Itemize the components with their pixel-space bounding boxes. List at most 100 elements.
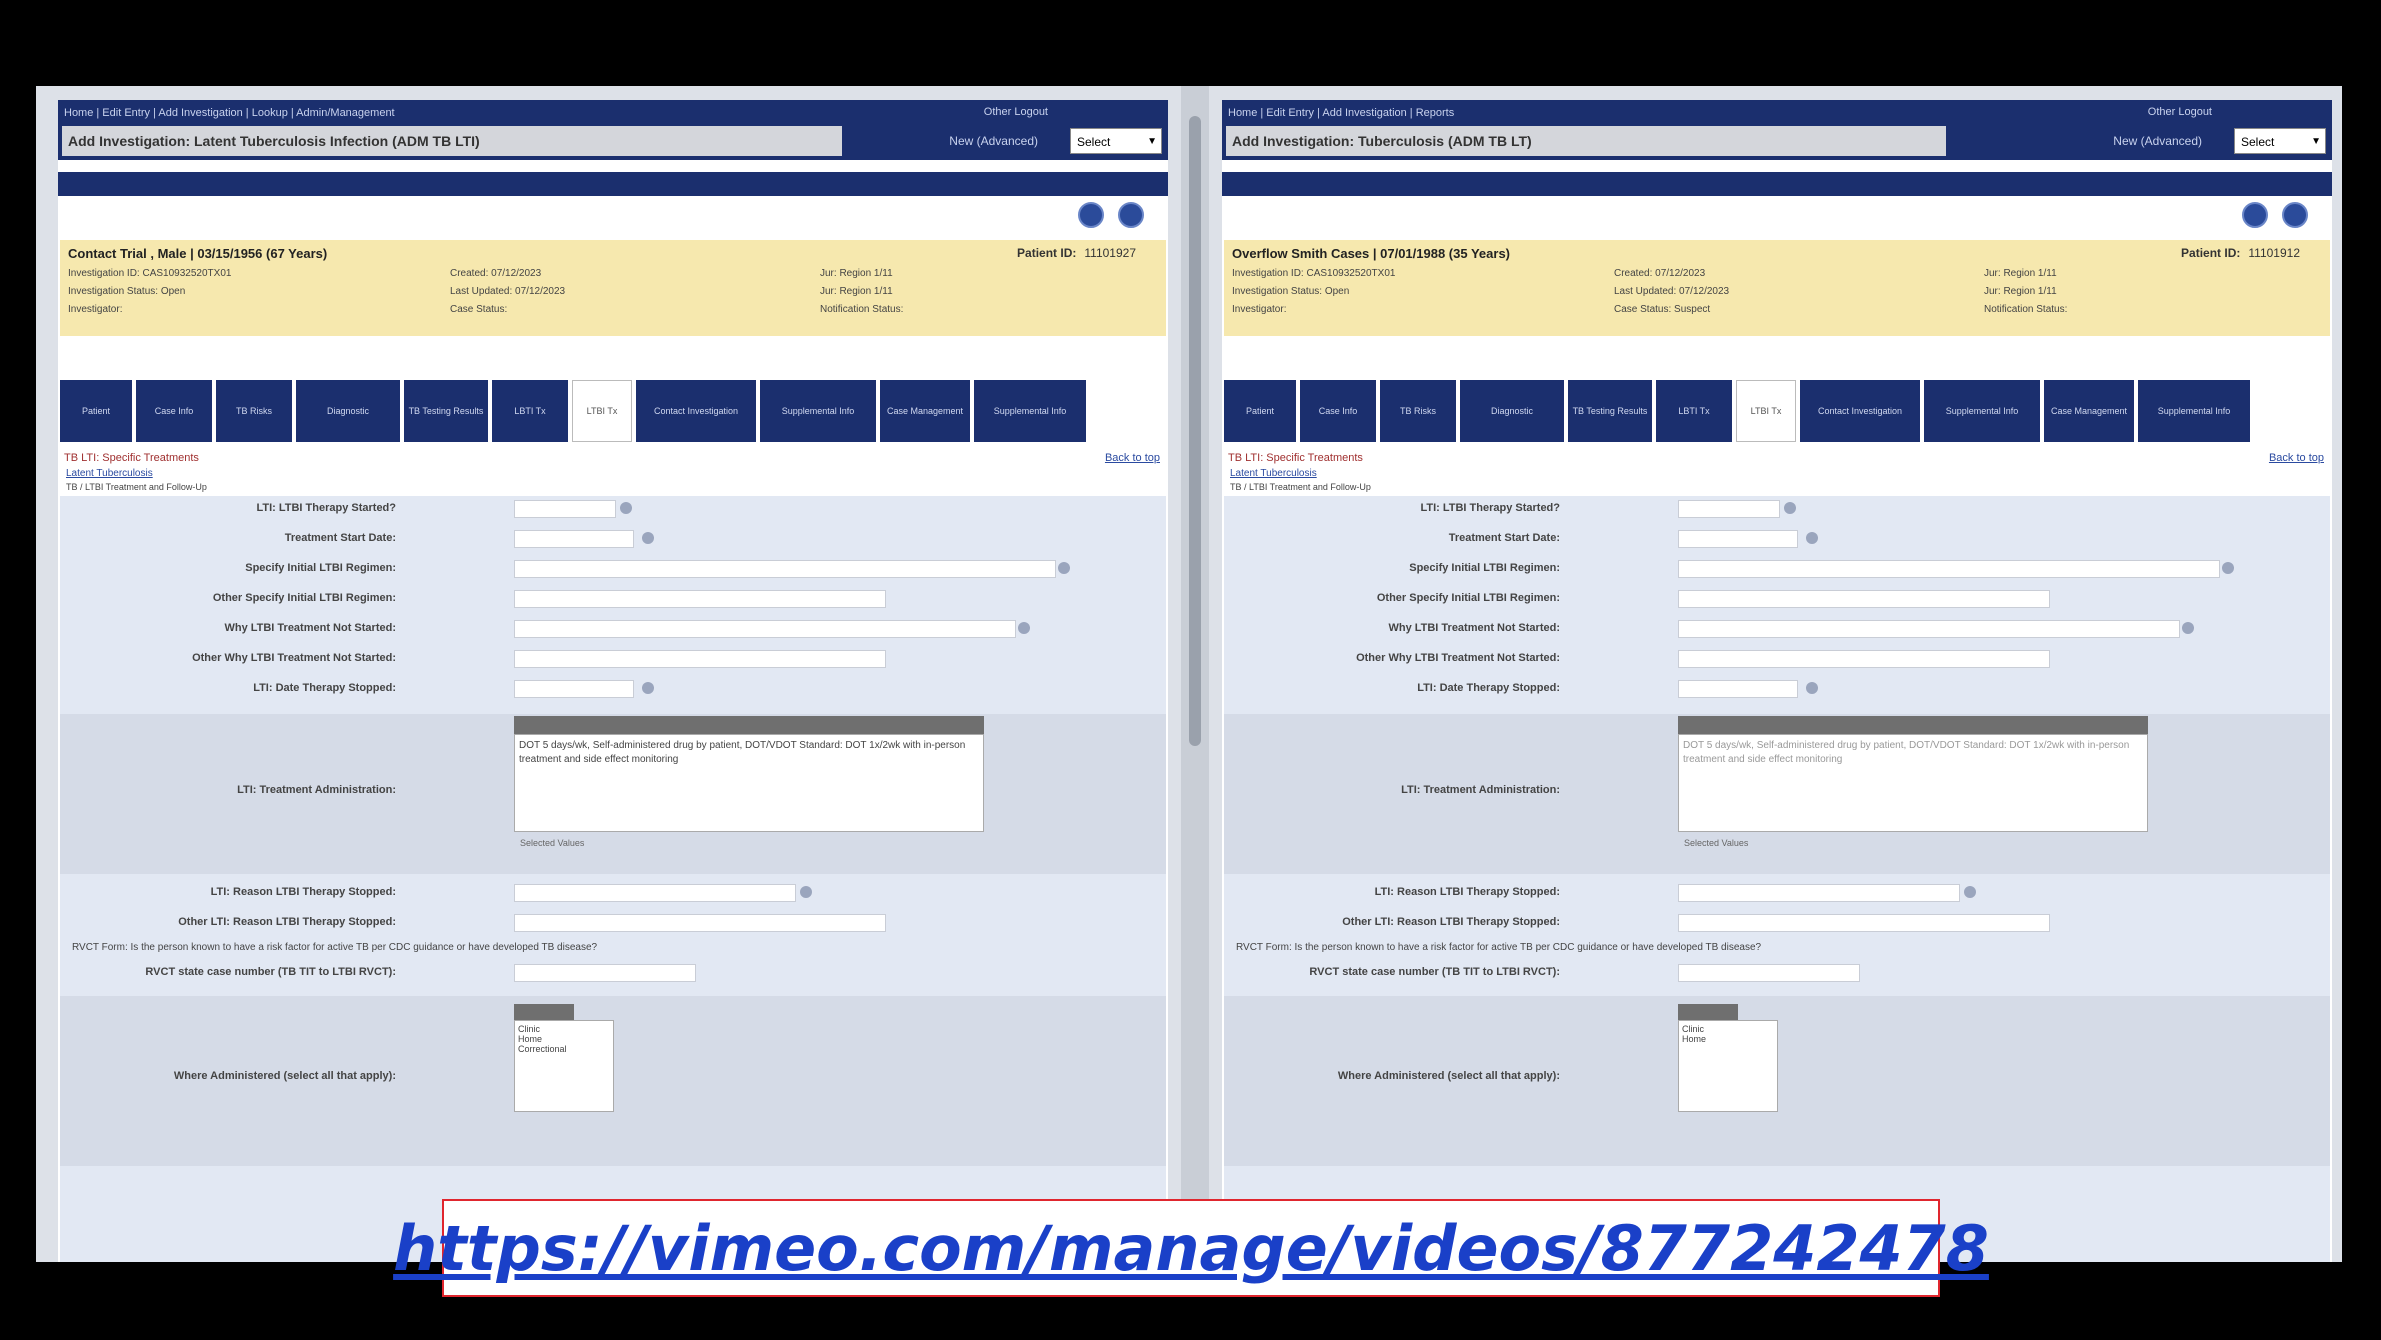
why-not-started-select[interactable]	[1678, 620, 2180, 638]
tab-tb-risks[interactable]: TB Risks	[1380, 380, 1456, 442]
action-select[interactable]: Select ▼	[1070, 128, 1162, 154]
advanced-link[interactable]: New (Advanced)	[949, 134, 1038, 148]
ltbi-therapy-started-select[interactable]	[1678, 500, 1780, 518]
action-select[interactable]: Select ▼	[2234, 128, 2326, 154]
reason-stopped-select[interactable]	[514, 884, 796, 902]
form-row: RVCT state case number (TB TIT to LTBI R…	[60, 960, 1166, 986]
rvct-case-number-input[interactable]	[514, 964, 696, 982]
advanced-link[interactable]: New (Advanced)	[2113, 134, 2202, 148]
dropdown-icon[interactable]	[1964, 886, 1976, 898]
tab-diagnostic[interactable]: Diagnostic	[1460, 380, 1564, 442]
video-link-box: https://vimeo.com/manage/videos/87724247…	[393, 1199, 1989, 1297]
tab-tb-testing[interactable]: TB Testing Results	[404, 380, 488, 442]
tab-patient[interactable]: Patient	[60, 380, 132, 442]
multiselect-options[interactable]: DOT 5 days/wk, Self-administered drug by…	[514, 734, 984, 832]
submit-icon[interactable]	[1078, 202, 1104, 228]
other-reason-stopped-input[interactable]	[514, 914, 886, 932]
list-item[interactable]: Clinic	[518, 1024, 610, 1034]
tab-tb-risks[interactable]: TB Risks	[216, 380, 292, 442]
video-frame: Home | Edit Entry | Add Investigation | …	[36, 86, 2342, 1262]
tab-case-info[interactable]: Case Info	[1300, 380, 1376, 442]
why-not-started-select[interactable]	[514, 620, 1016, 638]
tab-contact-investigation[interactable]: Contact Investigation	[636, 380, 756, 442]
info-program-area: Jur: Region 1/11	[1984, 286, 2057, 297]
initial-regimen-select[interactable]	[1678, 560, 2220, 578]
tab-ltbi-tx[interactable]: LTBI Tx	[572, 380, 632, 442]
back-to-top-link[interactable]: Back to top	[1105, 452, 1160, 464]
back-to-top-link[interactable]: Back to top	[2269, 452, 2324, 464]
main-menu[interactable]: Home | Edit Entry | Add Investigation | …	[64, 106, 684, 120]
other-reason-stopped-input[interactable]	[1678, 914, 2050, 932]
tab-diagnostic[interactable]: Diagnostic	[296, 380, 400, 442]
list-options[interactable]: Clinic Home	[1678, 1020, 1778, 1112]
list-item[interactable]: Home	[1682, 1034, 1774, 1044]
where-administered-list[interactable]: Clinic Home	[1678, 1004, 1778, 1114]
tab-contact-investigation[interactable]: Contact Investigation	[1800, 380, 1920, 442]
calendar-icon[interactable]	[642, 532, 654, 544]
ltbi-therapy-started-select[interactable]	[514, 500, 616, 518]
user-links[interactable]: Other Logout	[984, 106, 1048, 118]
tab-ltbi-tx[interactable]: LTBI Tx	[1736, 380, 1796, 442]
reason-stopped-select[interactable]	[1678, 884, 1960, 902]
tab-supplemental-info-2[interactable]: Supplemental Info	[2138, 380, 2250, 442]
tab-supplemental-info-2[interactable]: Supplemental Info	[974, 380, 1086, 442]
treatment-administration-multiselect[interactable]: DOT 5 days/wk, Self-administered drug by…	[514, 716, 984, 866]
initial-regimen-select[interactable]	[514, 560, 1056, 578]
tab-lbti-tx[interactable]: LBTI Tx	[1656, 380, 1732, 442]
treatment-start-date-input[interactable]	[514, 530, 634, 548]
list-item[interactable]: Home	[518, 1034, 610, 1044]
dropdown-icon[interactable]	[2182, 622, 2194, 634]
form-row: Why LTBI Treatment Not Started:	[1224, 616, 2330, 642]
list-item[interactable]: Correctional	[518, 1044, 610, 1054]
list-options[interactable]: Clinic Home Correctional	[514, 1020, 614, 1112]
dropdown-icon[interactable]	[2222, 562, 2234, 574]
tab-case-management[interactable]: Case Management	[2044, 380, 2134, 442]
treatment-administration-multiselect[interactable]: DOT 5 days/wk, Self-administered drug by…	[1678, 716, 2148, 866]
tab-lbti-tx[interactable]: LBTI Tx	[492, 380, 568, 442]
date-therapy-stopped-input[interactable]	[1678, 680, 1798, 698]
subsection-link[interactable]: Latent Tuberculosis	[1230, 468, 1317, 479]
other-why-not-started-input[interactable]	[1678, 650, 2050, 668]
calendar-icon[interactable]	[1806, 682, 1818, 694]
field-label: Other LTI: Reason LTBI Therapy Stopped:	[1342, 916, 1560, 928]
dropdown-icon[interactable]	[1018, 622, 1030, 634]
dropdown-icon[interactable]	[620, 502, 632, 514]
calendar-icon[interactable]	[642, 682, 654, 694]
patient-id-label: Patient ID:	[2181, 246, 2241, 260]
main-menu[interactable]: Home | Edit Entry | Add Investigation | …	[1228, 106, 1848, 120]
panel-scrollbar[interactable]	[1181, 86, 1209, 1262]
subsection-link[interactable]: Latent Tuberculosis	[66, 468, 153, 479]
info-investigation-id: Investigation ID: CAS10932520TX01	[1232, 268, 1396, 279]
dropdown-icon[interactable]	[800, 886, 812, 898]
tab-patient[interactable]: Patient	[1224, 380, 1296, 442]
submit-icon[interactable]	[2242, 202, 2268, 228]
other-why-not-started-input[interactable]	[514, 650, 886, 668]
other-regimen-input[interactable]	[1678, 590, 2050, 608]
info-notification-status: Notification Status:	[1984, 304, 2068, 315]
tab-supplemental-info[interactable]: Supplemental Info	[760, 380, 876, 442]
rvct-case-number-input[interactable]	[1678, 964, 1860, 982]
cancel-icon[interactable]	[1118, 202, 1144, 228]
tab-case-management[interactable]: Case Management	[880, 380, 970, 442]
dropdown-icon[interactable]	[1784, 502, 1796, 514]
date-therapy-stopped-input[interactable]	[514, 680, 634, 698]
list-item[interactable]: Clinic	[1682, 1024, 1774, 1034]
page-title: Add Investigation: Latent Tuberculosis I…	[62, 126, 842, 156]
tab-tb-testing[interactable]: TB Testing Results	[1568, 380, 1652, 442]
subsection-title: TB / LTBI Treatment and Follow-Up	[1230, 482, 1371, 492]
other-regimen-input[interactable]	[514, 590, 886, 608]
field-label: LTI: Reason LTBI Therapy Stopped:	[1374, 886, 1560, 898]
treatment-start-date-input[interactable]	[1678, 530, 1798, 548]
field-label: Specify Initial LTBI Regimen:	[1409, 562, 1560, 574]
dropdown-icon[interactable]	[1058, 562, 1070, 574]
calendar-icon[interactable]	[1806, 532, 1818, 544]
video-link[interactable]: https://vimeo.com/manage/videos/87724247…	[393, 1212, 1989, 1285]
chevron-down-icon: ▼	[2311, 136, 2321, 147]
tab-case-info[interactable]: Case Info	[136, 380, 212, 442]
scrollbar-thumb[interactable]	[1189, 116, 1201, 746]
tab-supplemental-info[interactable]: Supplemental Info	[1924, 380, 2040, 442]
user-links[interactable]: Other Logout	[2148, 106, 2212, 118]
where-administered-list[interactable]: Clinic Home Correctional	[514, 1004, 614, 1114]
multiselect-options[interactable]: DOT 5 days/wk, Self-administered drug by…	[1678, 734, 2148, 832]
cancel-icon[interactable]	[2282, 202, 2308, 228]
